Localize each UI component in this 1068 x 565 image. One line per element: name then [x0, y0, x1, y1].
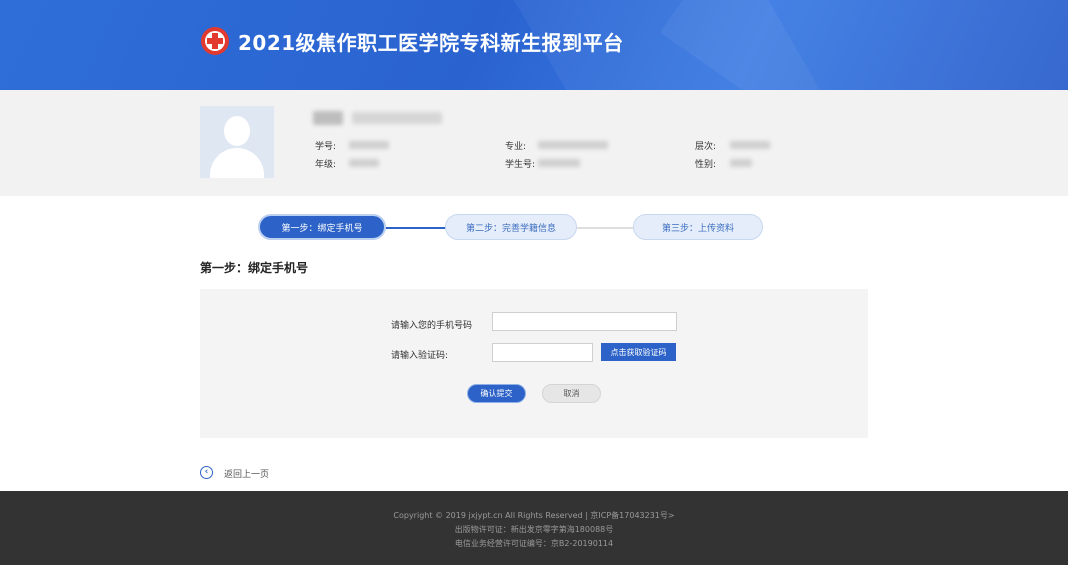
level-value-redacted [730, 141, 770, 149]
user-avatar-icon [200, 106, 274, 178]
verification-code-input[interactable] [492, 343, 593, 362]
student-id-redacted [352, 112, 442, 124]
phone-input[interactable] [492, 312, 677, 331]
grade-label: 年级: [315, 160, 337, 170]
step-3-upload-docs[interactable]: 第三步：上传资料 [633, 214, 763, 240]
cancel-button[interactable]: 取消 [542, 384, 601, 403]
major-value-redacted [538, 141, 608, 149]
student-no-value-redacted [349, 141, 389, 149]
level-label: 层次: [695, 142, 717, 152]
medical-cross-icon [201, 27, 229, 55]
gender-label: 性别: [695, 160, 717, 170]
code-label: 请输入验证码: [391, 351, 449, 361]
student-profile: 学号: 年级: 专业: 学生号: 层次: 性别: [0, 90, 1068, 196]
grade-value-redacted [349, 159, 379, 167]
step-1-bind-phone[interactable]: 第一步：绑定手机号 [258, 214, 386, 240]
site-header: 2021级焦作职工医学院专科新生报到平台 [0, 0, 1068, 90]
exam-no-value-redacted [538, 159, 580, 167]
student-no-label: 学号: [315, 142, 337, 152]
back-arrow-icon[interactable]: ‹ [200, 466, 213, 479]
step-connector-pending [576, 227, 634, 229]
major-label: 专业: [505, 142, 527, 152]
back-link[interactable]: 返回上一页 [224, 467, 269, 480]
submit-button[interactable]: 确认提交 [467, 384, 526, 403]
section-title: 第一步：绑定手机号 [200, 261, 309, 275]
copyright-text: Copyright © 2019 jxjypt.cn All Rights Re… [393, 511, 675, 520]
get-code-button[interactable]: 点击获取验证码 [601, 343, 676, 361]
telecom-license-text: 电信业务经营许可证编号：京B2-20190114 [454, 539, 614, 548]
step-connector-done [384, 227, 446, 229]
exam-no-label: 学生号: [505, 160, 536, 170]
step-2-complete-info[interactable]: 第二步：完善学籍信息 [445, 214, 577, 240]
publication-license-text: 出版物许可证：新出发京零字第海180088号 [454, 525, 614, 534]
student-name-redacted [313, 111, 343, 125]
site-title: 2021级焦作职工医学院专科新生报到平台 [238, 31, 624, 55]
gender-value-redacted [730, 159, 752, 167]
site-footer: Copyright © 2019 jxjypt.cn All Rights Re… [0, 491, 1068, 565]
phone-label: 请输入您的手机号码 [391, 321, 473, 331]
